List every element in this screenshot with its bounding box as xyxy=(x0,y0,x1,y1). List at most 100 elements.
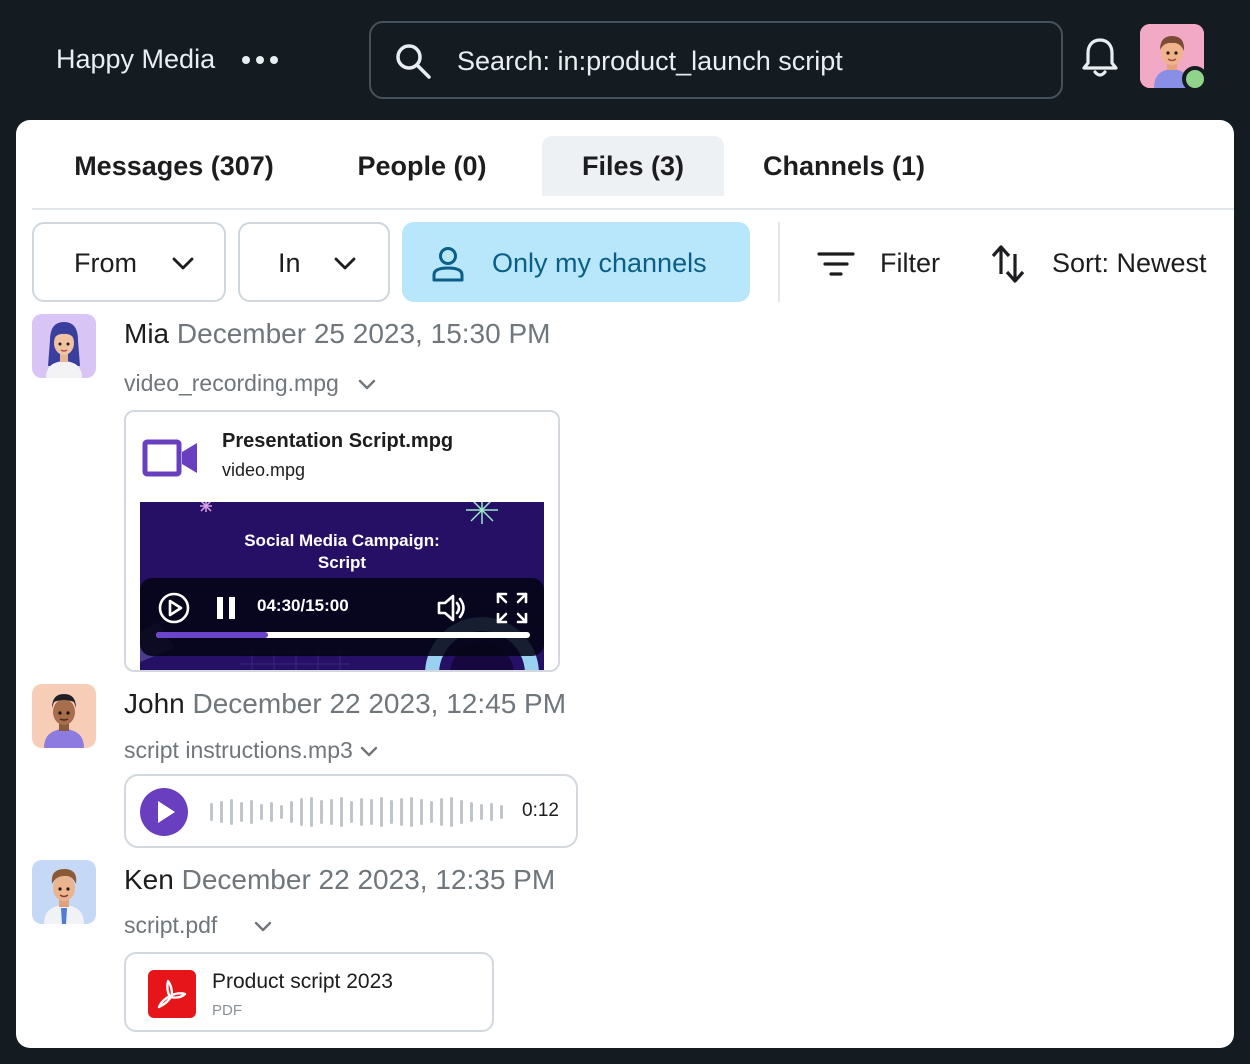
filter-bar: From In Only my channels Filter Sort: Ne… xyxy=(32,222,1234,302)
author-name[interactable]: Mia xyxy=(124,318,169,349)
avatar-john[interactable] xyxy=(32,684,96,748)
waveform-bar xyxy=(250,800,253,824)
waveform-bar xyxy=(360,798,363,826)
audio-play-button[interactable] xyxy=(140,788,188,836)
sort-button[interactable]: Sort: Newest xyxy=(990,244,1230,284)
tab-label: Channels (1) xyxy=(762,150,926,181)
waveform-bar xyxy=(270,802,273,822)
workspace-name[interactable]: Happy Media xyxy=(56,44,215,75)
attachment-title: Presentation Script.mpg xyxy=(222,430,454,452)
avatar-ken[interactable] xyxy=(32,860,96,924)
search-bar[interactable] xyxy=(369,21,1063,99)
filter-lines-icon xyxy=(817,252,855,276)
waveform-bar xyxy=(340,797,343,827)
play-icon xyxy=(158,801,175,823)
tab-channels[interactable]: Channels (1) xyxy=(748,136,940,196)
message-header: John December 22 2023, 12:45 PM xyxy=(124,688,566,720)
avatar-image xyxy=(32,314,96,378)
play-icon[interactable] xyxy=(156,590,192,626)
message-header: Mia December 25 2023, 15:30 PM xyxy=(124,318,550,350)
author-name[interactable]: John xyxy=(124,688,185,719)
waveform-bar xyxy=(460,800,463,824)
waveform-bar xyxy=(500,805,503,819)
pdf-attachment-card[interactable]: Product script 2023 PDF xyxy=(124,952,494,1032)
waveform-bar xyxy=(350,801,353,823)
online-status-indicator xyxy=(1182,66,1208,92)
video-player[interactable]: Social Media Campaign: Script 04:30/15:0… xyxy=(140,502,544,670)
chevron-down-icon xyxy=(172,257,194,270)
author-name[interactable]: Ken xyxy=(124,864,174,895)
message-header: Ken December 22 2023, 12:35 PM xyxy=(124,864,555,896)
from-filter-dropdown[interactable]: From xyxy=(32,222,226,302)
from-filter-label: From xyxy=(74,248,137,278)
avatar-image xyxy=(32,684,96,748)
volume-icon[interactable] xyxy=(434,590,470,626)
waveform-bar xyxy=(470,802,473,822)
only-my-channels-label: Only my channels xyxy=(492,248,707,278)
video-controls: 04:30/15:00 xyxy=(140,578,544,656)
attachment-title: Product script 2023 xyxy=(212,970,393,993)
timestamp: December 22 2023, 12:35 PM xyxy=(181,864,556,895)
waveform-bar xyxy=(310,797,313,827)
tab-label: Files (3) xyxy=(581,150,685,181)
video-progress-bar[interactable] xyxy=(156,632,530,638)
tab-messages[interactable]: Messages (307) xyxy=(32,136,316,196)
waveform-bar xyxy=(220,801,223,823)
search-results-panel: Messages (307) People (0) Files (3) Chan… xyxy=(16,120,1234,1048)
sort-arrows-icon xyxy=(991,245,1025,283)
waveform-bar xyxy=(320,800,323,824)
waveform-bar xyxy=(440,798,443,826)
avatar-mia[interactable] xyxy=(32,314,96,378)
file-name-toggle[interactable]: script instructions.mp3 xyxy=(124,737,381,764)
in-filter-label: In xyxy=(278,248,301,278)
attachment-subtitle: video.mpg xyxy=(222,460,306,480)
tab-files[interactable]: Files (3) xyxy=(542,136,724,196)
waveform-bar xyxy=(300,798,303,826)
file-name-toggle[interactable]: script.pdf xyxy=(124,912,275,939)
audio-waveform[interactable] xyxy=(206,790,506,834)
current-user-avatar[interactable] xyxy=(1140,24,1208,92)
waveform-bar xyxy=(490,803,493,821)
waveform-bar xyxy=(420,799,423,825)
waveform-bar xyxy=(330,799,333,825)
waveform-bar xyxy=(430,801,433,823)
video-progress-fill xyxy=(156,632,269,638)
file-type-label: PDF xyxy=(212,1002,242,1019)
video-attachment-card[interactable]: Presentation Script.mpg video.mpg Social… xyxy=(124,410,560,672)
sort-label: Sort: Newest xyxy=(1052,248,1207,278)
only-my-channels-toggle[interactable]: Only my channels xyxy=(402,222,750,302)
chevron-down-icon xyxy=(255,921,272,931)
tab-people[interactable]: People (0) xyxy=(342,136,502,196)
more-options-icon[interactable] xyxy=(240,46,280,74)
fullscreen-icon[interactable] xyxy=(494,590,530,626)
person-icon xyxy=(432,247,464,282)
waveform-bar xyxy=(370,799,373,825)
waveform-bar xyxy=(240,802,243,822)
notifications-bell-icon[interactable] xyxy=(1080,36,1120,80)
filter-divider xyxy=(778,222,780,302)
file-name-toggle[interactable]: video_recording.mpg xyxy=(124,370,379,397)
pause-icon[interactable] xyxy=(214,594,238,622)
waveform-bar xyxy=(230,799,233,825)
video-title: Social Media Campaign: Script xyxy=(244,531,440,572)
video-camera-icon xyxy=(142,439,197,477)
audio-attachment-card[interactable]: 0:12 xyxy=(124,774,578,848)
waveform-bar xyxy=(400,798,403,826)
in-filter-dropdown[interactable]: In xyxy=(238,222,390,302)
video-time: 04:30/15:00 xyxy=(257,596,349,615)
search-input[interactable] xyxy=(457,41,1037,81)
timestamp: December 25 2023, 15:30 PM xyxy=(176,318,551,349)
waveform-bar xyxy=(290,801,293,823)
waveform-bar xyxy=(260,804,263,820)
waveform-bar xyxy=(210,803,213,821)
waveform-bar xyxy=(390,800,393,824)
filter-button[interactable]: Filter xyxy=(816,244,946,284)
pdf-file-icon xyxy=(148,970,196,1018)
waveform-bar xyxy=(450,797,453,827)
chevron-down-icon xyxy=(334,257,356,270)
file-name: script.pdf xyxy=(124,912,218,938)
timestamp: December 22 2023, 12:45 PM xyxy=(192,688,567,719)
filter-label: Filter xyxy=(880,248,940,278)
waveform-bar xyxy=(380,797,383,827)
tab-label: People (0) xyxy=(357,150,487,181)
